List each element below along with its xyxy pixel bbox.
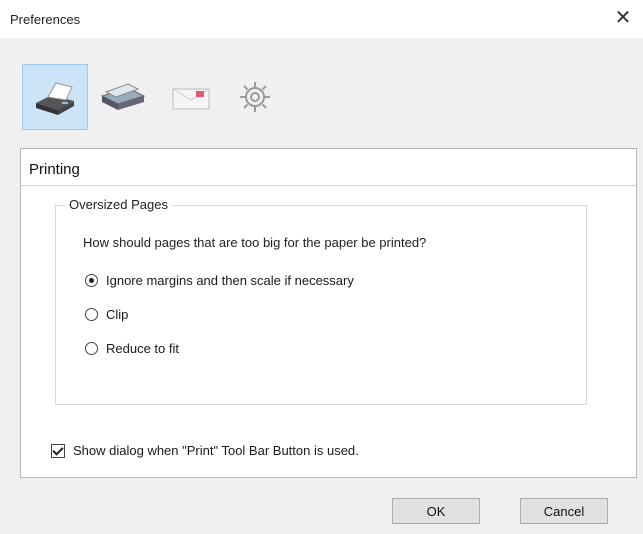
- close-icon[interactable]: ✕: [611, 6, 635, 30]
- radio-ignore-margins[interactable]: Ignore margins and then scale if necessa…: [85, 273, 354, 288]
- radio-label: Clip: [106, 307, 129, 322]
- gear-icon: [240, 82, 270, 112]
- scanner-icon: [100, 83, 146, 110]
- oversize-question: How should pages that are too big for th…: [83, 235, 427, 250]
- radio-button[interactable]: [85, 274, 98, 287]
- tab-scanning[interactable]: [90, 64, 156, 130]
- radio-button[interactable]: [85, 342, 98, 355]
- tab-general[interactable]: [222, 64, 288, 130]
- printing-panel: Printing Oversized Pages How should page…: [20, 148, 637, 478]
- printer-icon: [36, 82, 74, 115]
- ok-button[interactable]: OK: [392, 498, 480, 524]
- tab-email[interactable]: [158, 64, 224, 130]
- group-title: Oversized Pages: [65, 197, 172, 212]
- show-dialog-checkbox[interactable]: [51, 443, 65, 458]
- window-title: Preferences: [10, 12, 81, 27]
- toolbar: [0, 38, 643, 130]
- show-dialog-label: Show dialog when "Print" Tool Bar Button…: [73, 443, 359, 458]
- panel-divider: [21, 185, 636, 186]
- tab-printing[interactable]: [22, 64, 88, 130]
- radio-button[interactable]: [85, 308, 98, 321]
- radio-reduce-to-fit[interactable]: Reduce to fit: [85, 341, 179, 356]
- panel-title: Printing: [29, 161, 80, 178]
- radio-clip[interactable]: Clip: [85, 307, 128, 322]
- radio-label: Reduce to fit: [106, 341, 179, 356]
- radio-label: Ignore margins and then scale if necessa…: [106, 273, 354, 288]
- title-bar: Preferences ✕: [0, 0, 643, 38]
- email-icon: [172, 88, 210, 110]
- cancel-button[interactable]: Cancel: [520, 498, 608, 524]
- show-dialog-option[interactable]: Show dialog when "Print" Tool Bar Button…: [51, 443, 359, 458]
